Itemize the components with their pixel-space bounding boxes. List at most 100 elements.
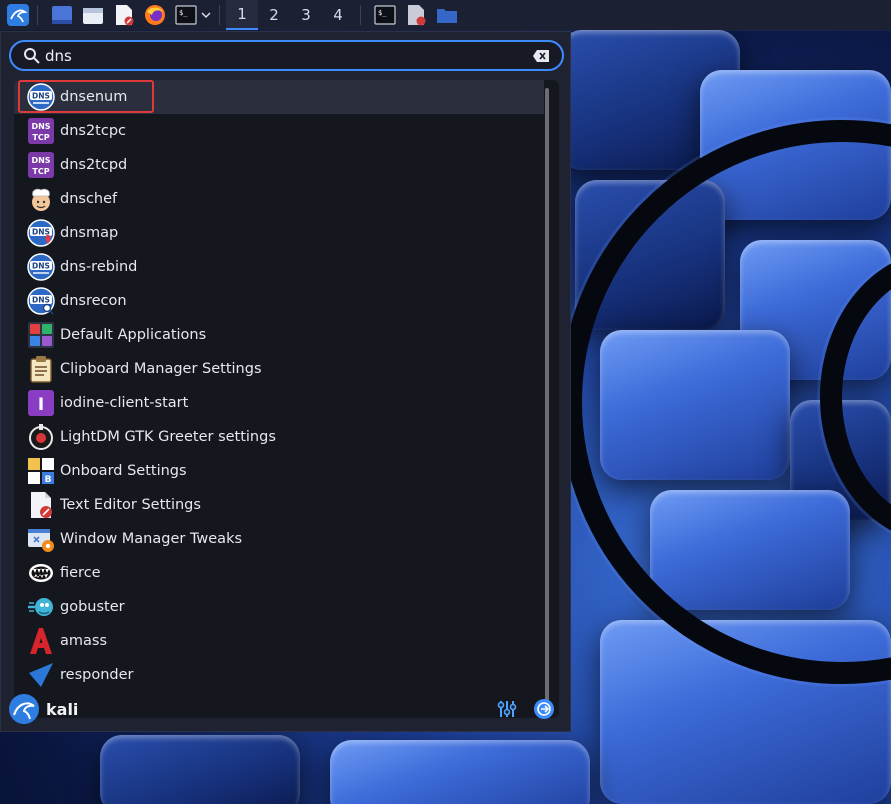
workspace-2[interactable]: 2 — [258, 0, 290, 30]
result-label: Window Manager Tweaks — [60, 531, 243, 547]
backspace-clear-icon[interactable] — [532, 49, 550, 63]
lightdm-icon — [26, 422, 56, 452]
default-apps-icon — [26, 320, 56, 350]
search-icon — [24, 47, 40, 64]
result-label: dnsmap — [60, 225, 119, 241]
user-avatar-icon — [9, 694, 39, 724]
wallpaper-tile — [100, 735, 300, 804]
result-label: Default Applications — [60, 327, 207, 343]
dns-search-icon: DNS — [26, 286, 56, 316]
amass-icon — [26, 626, 56, 656]
dns-tcp-icon: DNS TCP — [26, 116, 56, 146]
taskbar-folder-window[interactable] — [434, 2, 460, 28]
chef-icon — [26, 184, 56, 214]
svg-text:DNS: DNS — [31, 156, 50, 165]
workspace-4[interactable]: 4 — [322, 0, 354, 30]
result-item[interactable]: Text Editor Settings — [14, 488, 544, 522]
wallpaper-tile — [330, 740, 590, 804]
taskbar-text-editor-window[interactable] — [403, 2, 429, 28]
kali-menu-button[interactable] — [5, 2, 31, 28]
folder-icon — [437, 9, 457, 23]
result-label: gobuster — [60, 599, 125, 615]
result-item[interactable]: fierce — [14, 556, 544, 590]
result-item[interactable]: gobuster — [14, 590, 544, 624]
terminal-icon: $_ — [374, 5, 396, 25]
application-menu: DNS dnsenum DNS TCP dns2tcpc DNS TCP dns2tcpd dn… — [0, 31, 571, 732]
scrollbar[interactable] — [545, 88, 549, 710]
svg-text:TCP: TCP — [32, 167, 49, 176]
fierce-icon — [26, 558, 56, 588]
result-item[interactable]: DNS TCP dns2tcpd — [14, 148, 544, 182]
search-input[interactable] — [41, 43, 532, 68]
iodine-icon: I — [26, 388, 56, 418]
result-item[interactable]: amass — [14, 624, 544, 658]
svg-text:DNS: DNS — [32, 296, 50, 305]
panel-separator — [37, 5, 38, 25]
clipboard-icon — [26, 354, 56, 384]
svg-text:$_: $_ — [179, 9, 188, 17]
result-label: responder — [60, 667, 134, 683]
svg-text:TCP: TCP — [32, 133, 49, 142]
result-item[interactable]: DNS TCP dns2tcpc — [14, 114, 544, 148]
text-editor-icon — [116, 5, 134, 26]
result-item[interactable]: B Onboard Settings — [14, 454, 544, 488]
result-item[interactable]: DNS dns-rebind — [14, 250, 544, 284]
result-item[interactable]: dnschef — [14, 182, 544, 216]
result-item[interactable]: DNS dnsmap — [14, 216, 544, 250]
dns-map-icon: DNS — [26, 218, 56, 248]
firefox-launcher[interactable] — [142, 2, 168, 28]
dns-tcp-icon: DNS TCP — [26, 150, 56, 180]
svg-text:B: B — [45, 475, 52, 485]
result-item[interactable]: DNS dnsenum — [14, 80, 544, 114]
file-manager-launcher[interactable] — [80, 2, 106, 28]
result-label: amass — [60, 633, 108, 649]
result-label: dns2tcpd — [60, 157, 128, 173]
kali-dragon-icon — [7, 4, 29, 26]
dns-icon: DNS — [26, 252, 56, 282]
svg-text:DNS: DNS — [32, 262, 50, 271]
menu-footer: kali — [1, 687, 570, 731]
file-manager-icon — [83, 8, 103, 24]
chevron-down-icon — [201, 12, 211, 19]
result-label: dns-rebind — [60, 259, 138, 275]
result-label: Clipboard Manager Settings — [60, 361, 262, 377]
result-label: fierce — [60, 565, 101, 581]
result-label: Text Editor Settings — [60, 497, 201, 513]
terminal-launcher[interactable]: $_ — [173, 2, 213, 28]
show-desktop-icon — [52, 6, 72, 24]
gobuster-icon — [26, 592, 56, 622]
result-label: dns2tcpc — [60, 123, 127, 139]
keyboard-icon: B — [26, 456, 56, 486]
show-desktop-button[interactable] — [49, 2, 75, 28]
responder-icon — [26, 660, 56, 690]
result-label: dnsrecon — [60, 293, 127, 309]
firefox-icon — [145, 5, 165, 25]
result-label: dnsenum — [60, 89, 128, 105]
result-label: iodine-client-start — [60, 395, 189, 411]
result-item[interactable]: Clipboard Manager Settings — [14, 352, 544, 386]
logout-icon[interactable] — [533, 698, 555, 720]
result-label: Onboard Settings — [60, 463, 187, 479]
result-item[interactable]: Iiodine-client-start — [14, 386, 544, 420]
svg-text:$_: $_ — [378, 9, 387, 17]
result-item[interactable]: DNS dnsrecon — [14, 284, 544, 318]
dns-icon: DNS — [26, 82, 56, 112]
result-item[interactable]: LightDM GTK Greeter settings — [14, 420, 544, 454]
result-item[interactable]: Default Applications — [14, 318, 544, 352]
text-editor-launcher[interactable] — [111, 2, 137, 28]
user-name: kali — [46, 699, 79, 719]
top-panel: $_ 1 2 3 4 $_ — [0, 0, 891, 30]
svg-text:I: I — [38, 395, 44, 415]
settings-manager-icon[interactable] — [497, 699, 517, 719]
text-editor-icon — [408, 5, 426, 26]
window-tweaks-icon — [26, 524, 56, 554]
terminal-icon: $_ — [175, 5, 197, 25]
results-list[interactable]: DNS dnsenum DNS TCP dns2tcpc DNS TCP dns2tcpd dn… — [14, 80, 559, 718]
workspace-3[interactable]: 3 — [290, 0, 322, 30]
panel-separator — [219, 5, 220, 25]
result-label: dnschef — [60, 191, 118, 207]
taskbar-terminal-window[interactable]: $_ — [372, 2, 398, 28]
results-list-inner: DNS dnsenum DNS TCP dns2tcpc DNS TCP dns2tcpd dn… — [14, 80, 544, 692]
workspace-1[interactable]: 1 — [226, 0, 258, 30]
result-item[interactable]: Window Manager Tweaks — [14, 522, 544, 556]
